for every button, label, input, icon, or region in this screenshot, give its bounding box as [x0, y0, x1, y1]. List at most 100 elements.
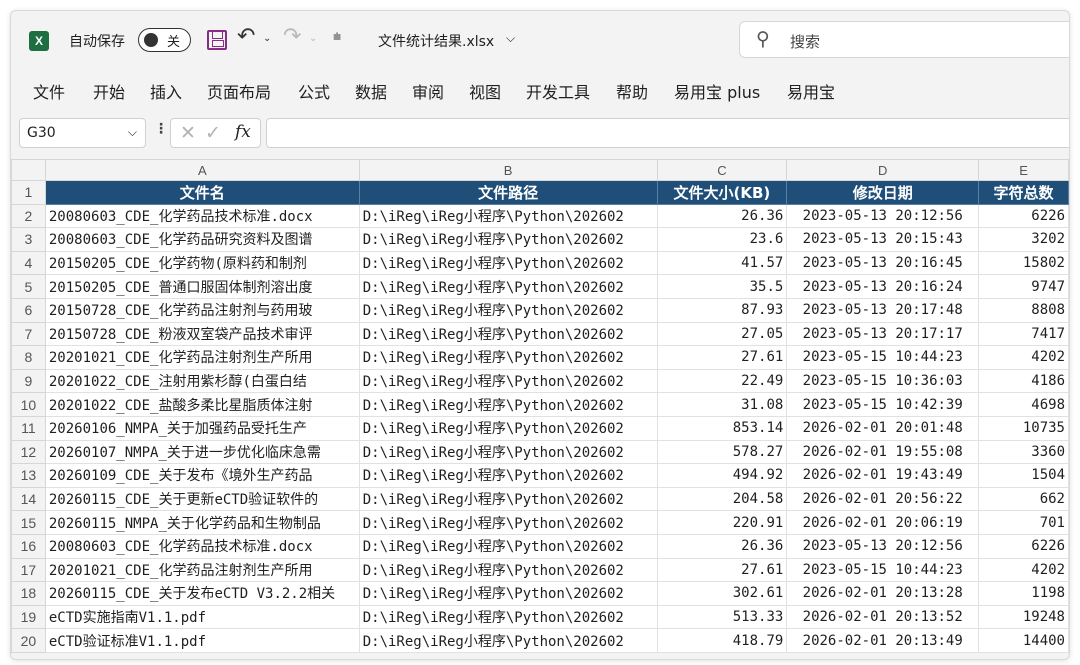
row-header[interactable]: 17: [11, 557, 46, 583]
cell-filesize[interactable]: 23.6: [656, 227, 788, 252]
cell-char-count[interactable]: 8808: [978, 297, 1069, 323]
tab-developer[interactable]: 开发工具: [526, 79, 590, 103]
cell-filesize[interactable]: 302.61: [656, 581, 788, 606]
cell-filepath[interactable]: D:\iReg\iReg小程序\Python\202602: [358, 274, 658, 299]
cell-filepath[interactable]: D:\iReg\iReg小程序\Python\202602: [358, 345, 658, 370]
cell-filepath[interactable]: D:\iReg\iReg小程序\Python\202602: [358, 415, 658, 441]
document-title[interactable]: 文件统计结果.xlsx: [378, 31, 494, 51]
cell-filename[interactable]: 20260115_CDE_关于更新eCTD验证软件的: [44, 486, 360, 512]
row-header[interactable]: 4: [11, 250, 46, 276]
row-header[interactable]: 16: [11, 533, 46, 559]
tab-easyuse-plus[interactable]: 易用宝 plus: [674, 79, 760, 103]
chevron-down-icon[interactable]: ⌵: [128, 125, 137, 140]
customize-toolbar-icon[interactable]: ⩧: [333, 29, 341, 45]
cell-filesize[interactable]: 220.91: [656, 510, 788, 535]
cell-filename[interactable]: 20080603_CDE_化学药品技术标准.docx: [44, 533, 360, 559]
header-cell-filesize[interactable]: 文件大小(KB): [656, 180, 788, 205]
row-header[interactable]: 12: [11, 439, 46, 465]
cell-filesize[interactable]: 35.5: [656, 274, 788, 299]
row-header[interactable]: 15: [11, 510, 46, 535]
excel-icon[interactable]: X: [29, 31, 49, 51]
cell-filepath[interactable]: D:\iReg\iReg小程序\Python\202602: [358, 604, 658, 630]
cell-char-count[interactable]: 7417: [978, 321, 1069, 347]
cell-filesize[interactable]: 22.49: [656, 368, 788, 394]
cell-filesize[interactable]: 578.27: [656, 439, 788, 465]
cell-filesize[interactable]: 26.36: [656, 203, 788, 229]
cell-char-count[interactable]: 3360: [978, 439, 1069, 465]
cell-modified-date[interactable]: 2023-05-13 20:12:56: [786, 203, 980, 229]
name-box[interactable]: G30 ⌵: [19, 118, 146, 148]
cell-char-count[interactable]: 4202: [978, 345, 1069, 370]
cell-filesize[interactable]: 41.57: [656, 250, 788, 276]
title-dropdown-icon[interactable]: ⌵: [506, 31, 515, 46]
row-header[interactable]: 19: [11, 604, 46, 630]
row-header[interactable]: 13: [11, 463, 46, 488]
header-cell-char-count[interactable]: 字符总数: [978, 180, 1069, 205]
row-header[interactable]: 18: [11, 581, 46, 606]
row-header[interactable]: 6: [11, 297, 46, 323]
tab-view[interactable]: 视图: [469, 79, 501, 103]
cell-modified-date[interactable]: 2026-02-01 20:13:28: [786, 581, 980, 606]
row-header[interactable]: 8: [11, 345, 46, 370]
cell-filesize[interactable]: 87.93: [656, 297, 788, 323]
cell-char-count[interactable]: 19248: [978, 604, 1069, 630]
cell-filepath[interactable]: D:\iReg\iReg小程序\Python\202602: [358, 203, 658, 229]
cell-filename[interactable]: eCTD实施指南V1.1.pdf: [44, 604, 360, 630]
cell-filesize[interactable]: 31.08: [656, 392, 788, 417]
row-header[interactable]: 3: [11, 227, 46, 252]
cell-filename[interactable]: 20260115_CDE_关于发布eCTD V3.2.2相关: [44, 581, 360, 606]
cell-char-count[interactable]: 3202: [978, 227, 1069, 252]
header-cell-modified-date[interactable]: 修改日期: [786, 180, 980, 205]
cell-modified-date[interactable]: 2026-02-01 20:13:52: [786, 604, 980, 630]
row-header[interactable]: 10: [11, 392, 46, 417]
cell-modified-date[interactable]: 2026-02-01 19:55:08: [786, 439, 980, 465]
cell-filepath[interactable]: D:\iReg\iReg小程序\Python\202602: [358, 581, 658, 606]
row-header[interactable]: 5: [11, 274, 46, 299]
tab-insert[interactable]: 插入: [150, 79, 182, 103]
undo-dropdown-icon[interactable]: ⌄: [263, 33, 271, 44]
cell-filesize[interactable]: 27.61: [656, 345, 788, 370]
cell-filename[interactable]: 20080603_CDE_化学药品技术标准.docx: [44, 203, 360, 229]
undo-icon[interactable]: ↶: [237, 24, 255, 49]
cell-filename[interactable]: 20260106_NMPA_关于加强药品受托生产: [44, 415, 360, 441]
cell-char-count[interactable]: 9747: [978, 274, 1069, 299]
cell-char-count[interactable]: 4202: [978, 557, 1069, 583]
cell-filesize[interactable]: 27.61: [656, 557, 788, 583]
cell-char-count[interactable]: 6226: [978, 533, 1069, 559]
column-header-c[interactable]: C: [656, 159, 788, 181]
cell-char-count[interactable]: 4698: [978, 392, 1069, 417]
cell-filesize[interactable]: 494.92: [656, 463, 788, 488]
column-header-b[interactable]: B: [358, 159, 658, 181]
cell-char-count[interactable]: 15802: [978, 250, 1069, 276]
cell-char-count[interactable]: 1504: [978, 463, 1069, 488]
cell-char-count[interactable]: 4186: [978, 368, 1069, 394]
column-header-d[interactable]: D: [786, 159, 980, 181]
cell-modified-date[interactable]: 2023-05-13 20:17:17: [786, 321, 980, 347]
cell-filepath[interactable]: D:\iReg\iReg小程序\Python\202602: [358, 533, 658, 559]
cancel-icon[interactable]: ✕: [180, 122, 196, 144]
cell-filepath[interactable]: D:\iReg\iReg小程序\Python\202602: [358, 297, 658, 323]
insert-function-icon[interactable]: fx: [235, 122, 251, 142]
cell-modified-date[interactable]: 2026-02-01 20:13:49: [786, 628, 980, 653]
more-options-icon[interactable]: ⋮: [154, 121, 168, 137]
tab-home[interactable]: 开始: [93, 79, 125, 103]
cell-filename[interactable]: 20201022_CDE_盐酸多柔比星脂质体注射: [44, 392, 360, 417]
cell-filesize[interactable]: 513.33: [656, 604, 788, 630]
cell-filename[interactable]: 20201021_CDE_化学药品注射剂生产所用: [44, 557, 360, 583]
cell-filename[interactable]: 20260107_NMPA_关于进一步优化临床急需: [44, 439, 360, 465]
tab-file[interactable]: 文件: [33, 79, 65, 103]
cell-filename[interactable]: 20201022_CDE_注射用紫杉醇(白蛋白结: [44, 368, 360, 394]
enter-icon[interactable]: ✓: [205, 122, 221, 144]
cell-char-count[interactable]: 701: [978, 510, 1069, 535]
column-header-e[interactable]: E: [978, 159, 1069, 181]
save-icon[interactable]: [207, 30, 227, 50]
cell-filepath[interactable]: D:\iReg\iReg小程序\Python\202602: [358, 227, 658, 252]
cell-filename[interactable]: 20150205_CDE_化学药物(原料药和制剂: [44, 250, 360, 276]
tab-help[interactable]: 帮助: [616, 79, 648, 103]
cell-filename[interactable]: eCTD验证标准V1.1.pdf: [44, 628, 360, 653]
cell-modified-date[interactable]: 2023-05-13 20:17:48: [786, 297, 980, 323]
cell-filesize[interactable]: 27.05: [656, 321, 788, 347]
row-header[interactable]: 9: [11, 368, 46, 394]
cell-filename[interactable]: 20080603_CDE_化学药品研究资料及图谱: [44, 227, 360, 252]
cell-modified-date[interactable]: 2023-05-13 20:16:24: [786, 274, 980, 299]
